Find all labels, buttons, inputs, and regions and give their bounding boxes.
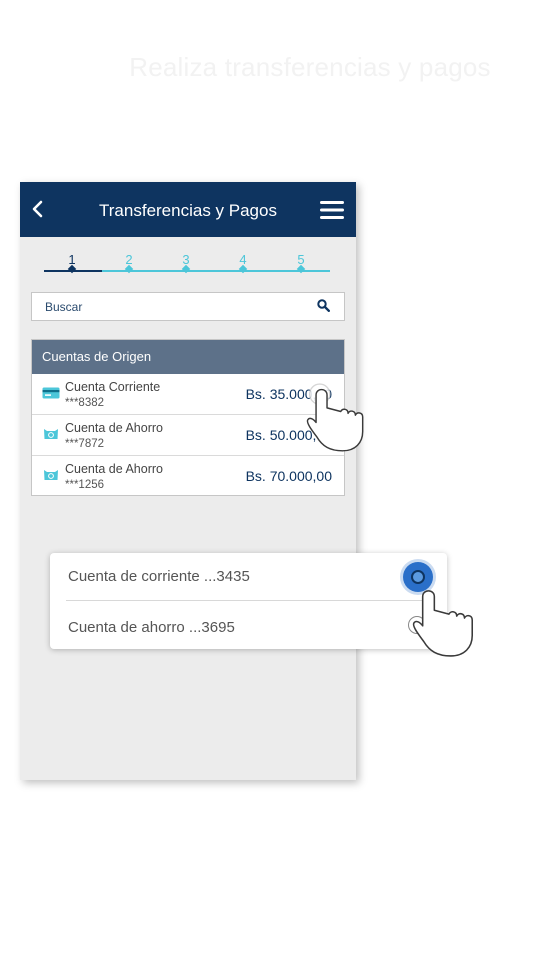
page-title: Transferencias y Pagos: [99, 201, 277, 220]
account-name: Cuenta de Ahorro: [65, 462, 163, 476]
divider: [66, 600, 432, 601]
tap-gesture-icon: [306, 383, 364, 452]
search-placeholder: Buscar: [45, 300, 83, 314]
piggy-bank-icon: [44, 429, 58, 439]
account-row[interactable]: Cuenta de Ahorro ***7872 Bs. 50.000,00: [32, 415, 344, 456]
account-number: ***8382: [65, 397, 105, 409]
account-row[interactable]: Cuenta Corriente ***8382 Bs. 35.000,00: [32, 374, 344, 415]
tap-gesture-icon: [412, 590, 474, 657]
dropdown-option-ahorro[interactable]: Cuenta de ahorro ...3695: [68, 619, 235, 636]
account-number: ***7872: [65, 438, 105, 450]
account-number: ***1256: [65, 479, 105, 491]
step-track-pending: [102, 270, 330, 272]
search-icon[interactable]: [317, 299, 330, 312]
account-name: Cuenta de Ahorro: [65, 421, 163, 435]
hamburger-menu-icon[interactable]: [320, 201, 344, 219]
accounts-header: Cuentas de Origen: [32, 340, 344, 374]
piggy-bank-icon: [44, 470, 58, 480]
step-indicator: 1 2 3 4 5: [20, 237, 356, 282]
account-row[interactable]: Cuenta de Ahorro ***1256 Bs. 70.000,00: [32, 456, 344, 496]
headline: Realiza transferencias y pagos: [129, 52, 491, 82]
app-bar: Transferencias y Pagos: [20, 182, 356, 237]
phone-screen: Transferencias y Pagos 1 2 3 4 5 Buscar …: [20, 182, 356, 780]
account-name: Cuenta Corriente: [65, 380, 161, 394]
credit-card-icon: [42, 387, 60, 399]
dropdown-option-corriente[interactable]: Cuenta de corriente ...3435: [68, 568, 250, 585]
account-balance: Bs. 70.000,00: [245, 468, 332, 484]
origin-accounts-list: Cuentas de Origen Cuenta Corriente ***83…: [31, 339, 345, 496]
search-input[interactable]: Buscar: [31, 292, 345, 321]
account-dropdown: Cuenta de corriente ...3435 Cuenta de ah…: [50, 553, 447, 649]
